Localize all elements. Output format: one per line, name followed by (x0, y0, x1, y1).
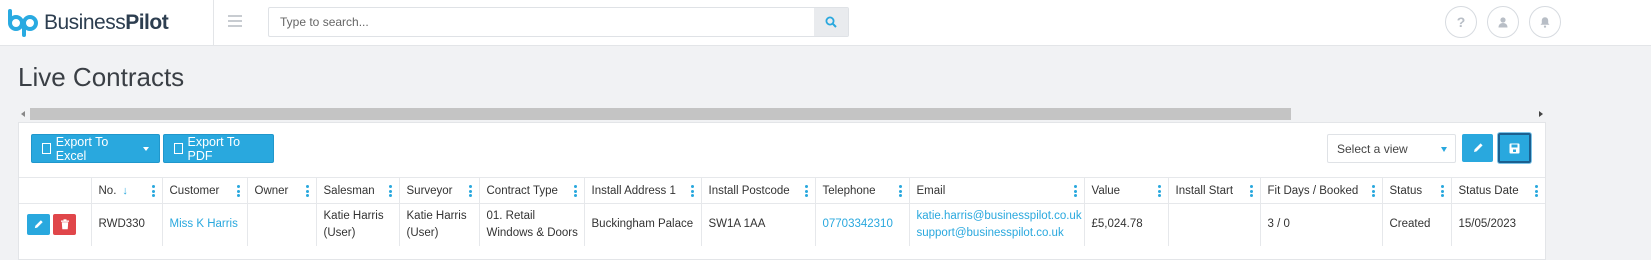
save-icon (1509, 143, 1520, 153)
column-header-customer[interactable]: Customer (162, 177, 248, 204)
trash-icon (60, 219, 69, 230)
column-menu-icon[interactable] (236, 185, 240, 197)
scroll-right-arrow-icon[interactable] (1539, 111, 1543, 117)
logo-text: BusinessPilot (44, 11, 169, 34)
column-menu-icon[interactable] (690, 185, 694, 197)
pdf-file-icon (174, 143, 183, 154)
cell-fit-days: 3 / 0 (1260, 203, 1383, 246)
scrollbar-thumb[interactable] (30, 108, 1291, 120)
export-excel-button[interactable]: Export To Excel (31, 134, 160, 163)
column-menu-icon[interactable] (1535, 185, 1538, 197)
column-header-value[interactable]: Value (1084, 177, 1169, 204)
row-actions-cell (19, 203, 92, 246)
horizontal-scrollbar[interactable] (18, 108, 1546, 121)
logo-mark-icon (6, 9, 42, 37)
cell-status-date: 15/05/2023 (1458, 218, 1517, 231)
email-link[interactable]: katie.harris@businesspilot.co.uk (917, 208, 1084, 225)
contracts-panel: Export To Excel Export To PDF Select a v… (18, 122, 1546, 260)
cell-email: katie.harris@businesspilot.co.uk support@… (909, 203, 1085, 246)
cell-contract-type: 01. Retail Windows & Doors (479, 203, 585, 246)
column-menu-icon[interactable] (1073, 185, 1077, 197)
bell-icon (1540, 17, 1550, 28)
column-menu-icon[interactable] (804, 185, 808, 197)
chevron-down-icon (1441, 147, 1447, 152)
column-menu-icon[interactable] (305, 185, 309, 197)
header-divider (213, 0, 214, 46)
column-header-fit-days[interactable]: Fit Days / Booked (1260, 177, 1383, 204)
column-header-status-date[interactable]: Status Date (1451, 177, 1545, 204)
pencil-icon (34, 220, 43, 229)
email-link[interactable]: support@businesspilot.co.uk (917, 225, 1084, 242)
cell-no: RWD330 (91, 203, 163, 246)
column-header-owner[interactable]: Owner (247, 177, 317, 204)
delete-row-button[interactable] (53, 214, 76, 236)
help-icon: ? (1456, 14, 1466, 30)
cell-install-start (1168, 203, 1261, 246)
table-row[interactable]: RWD330 Miss K Harris Katie Harris (User)… (19, 203, 1545, 246)
scroll-left-arrow-icon[interactable] (21, 111, 25, 117)
cell-status: Created (1382, 203, 1452, 246)
cell-install-address: Buckingham Palace (584, 203, 702, 246)
column-header-install-address[interactable]: Install Address 1 (584, 177, 702, 204)
column-header-telephone[interactable]: Telephone (815, 177, 910, 204)
top-bar: BusinessPilot ? (0, 0, 1651, 46)
column-menu-icon[interactable] (573, 185, 577, 197)
column-header-status[interactable]: Status (1382, 177, 1452, 204)
cell-telephone: 07703342310 (815, 203, 910, 246)
select-view-dropdown[interactable]: Select a view (1327, 134, 1456, 163)
column-menu-icon[interactable] (1249, 185, 1253, 197)
search-button[interactable] (814, 8, 848, 36)
cell-salesman: Katie Harris (User) (316, 203, 400, 246)
export-excel-label: Export To Excel (55, 134, 109, 163)
chevron-down-icon (143, 146, 149, 151)
export-pdf-button[interactable]: Export To PDF (163, 134, 274, 163)
page-title: Live Contracts (18, 62, 185, 92)
column-menu-icon[interactable] (388, 185, 392, 197)
column-header-install-start[interactable]: Install Start (1168, 177, 1261, 204)
cell-owner (247, 203, 317, 246)
search-input[interactable] (269, 8, 815, 36)
column-header-contract-type[interactable]: Contract Type (479, 177, 585, 204)
export-pdf-label: Export To PDF (187, 134, 241, 163)
column-header-surveyor[interactable]: Surveyor (399, 177, 480, 204)
table-header-row: No. ↓ Customer Owner Salesman Surveyor Co… (19, 177, 1545, 204)
notifications-button[interactable] (1529, 6, 1561, 38)
column-menu-icon[interactable] (1157, 185, 1161, 197)
select-view-value: Select a view (1337, 142, 1408, 156)
column-menu-icon[interactable] (1371, 185, 1375, 197)
column-menu-icon[interactable] (468, 185, 472, 197)
help-button[interactable]: ? (1445, 6, 1477, 38)
user-button[interactable] (1487, 6, 1519, 38)
column-header-actions (19, 177, 92, 204)
telephone-link[interactable]: 07703342310 (823, 218, 893, 230)
column-menu-icon[interactable] (1440, 185, 1444, 197)
cell-install-postcode: SW1A 1AA (701, 203, 816, 246)
sort-down-arrow-icon[interactable]: ↓ (122, 185, 128, 197)
menu-icon[interactable] (228, 15, 242, 28)
column-header-install-postcode[interactable]: Install Postcode (701, 177, 816, 204)
column-header-email[interactable]: Email (909, 177, 1085, 204)
app-logo[interactable]: BusinessPilot (6, 8, 169, 38)
column-menu-icon[interactable] (151, 185, 155, 197)
cell-surveyor: Katie Harris (User) (399, 203, 480, 246)
customer-link[interactable]: Miss K Harris (170, 218, 238, 230)
edit-row-button[interactable] (27, 214, 50, 236)
column-menu-icon[interactable] (898, 185, 902, 197)
excel-file-icon (42, 143, 51, 154)
save-view-button[interactable] (1498, 133, 1531, 163)
cell-customer: Miss K Harris (162, 203, 248, 246)
column-header-no[interactable]: No. ↓ (91, 177, 163, 204)
search-box (268, 7, 849, 37)
pencil-icon (1473, 143, 1483, 152)
user-icon (1498, 17, 1508, 28)
edit-view-button[interactable] (1462, 134, 1493, 162)
column-header-salesman[interactable]: Salesman (316, 177, 400, 204)
search-icon (825, 16, 837, 28)
cell-value: £5,024.78 (1084, 203, 1169, 246)
contracts-table: No. ↓ Customer Owner Salesman Surveyor Co… (19, 177, 1545, 246)
